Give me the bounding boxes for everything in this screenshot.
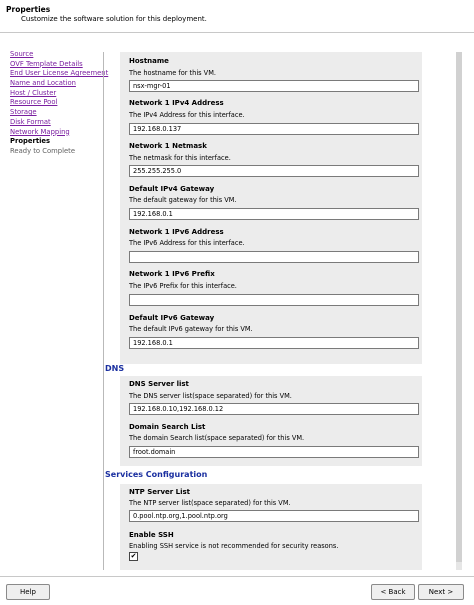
step-storage[interactable]: Storage [10, 108, 110, 118]
ipv6-address-input[interactable] [129, 251, 419, 263]
ipv6-address-desc: The IPv6 Address for this interface. [129, 239, 245, 247]
network-properties-panel: Hostname The hostname for this VM. nsx-m… [120, 52, 422, 364]
ipv4-address-desc: The IPv4 Address for this interface. [129, 111, 245, 119]
dns-server-list-input[interactable]: 192.168.0.10,192.168.0.12 [129, 403, 419, 415]
ipv6-prefix-input[interactable] [129, 294, 419, 306]
ipv4-gateway-desc: The default gateway for this VM. [129, 196, 237, 204]
next-button[interactable]: Next > [418, 584, 464, 600]
ipv6-gateway-desc: The default IPv6 gateway for this VM. [129, 325, 253, 333]
enable-ssh-desc: Enabling SSH service is not recommended … [129, 542, 339, 550]
domain-search-list-title: Domain Search List [129, 423, 206, 431]
dns-server-list-title: DNS Server list [129, 380, 189, 388]
step-ready-to-complete: Ready to Complete [10, 146, 76, 155]
page-subtitle: Customize the software solution for this… [21, 15, 207, 23]
netmask-desc: The netmask for this interface. [129, 154, 231, 162]
ipv6-address-title: Network 1 IPv6 Address [129, 228, 224, 236]
step-host-cluster[interactable]: Host / Cluster [10, 89, 110, 99]
properties-scroll-area[interactable]: Hostname The hostname for this VM. nsx-m… [103, 52, 463, 570]
ipv4-address-input[interactable]: 192.168.0.137 [129, 123, 419, 135]
wizard-steps: Source OVF Template Details End User Lic… [10, 50, 110, 157]
enable-ssh-title: Enable SSH [129, 531, 174, 539]
checkmark-icon: ✔ [130, 552, 137, 560]
step-name-location[interactable]: Name and Location [10, 79, 110, 89]
step-properties: Properties [10, 137, 51, 146]
netmask-title: Network 1 Netmask [129, 142, 207, 150]
ipv6-prefix-title: Network 1 IPv6 Prefix [129, 270, 215, 278]
ipv6-prefix-desc: The IPv6 Prefix for this interface. [129, 282, 237, 290]
hostname-input[interactable]: nsx-mgr-01 [129, 80, 419, 92]
page-title: Properties [6, 5, 51, 14]
domain-search-list-desc: The domain Search list(space separated) … [129, 434, 305, 442]
scrollbar-thumb[interactable] [456, 52, 462, 562]
netmask-input[interactable]: 255.255.255.0 [129, 165, 419, 177]
ipv4-gateway-input[interactable]: 192.168.0.1 [129, 208, 419, 220]
services-panel: NTP Server List The NTP server list(spac… [120, 484, 422, 570]
step-source[interactable]: Source [10, 50, 110, 60]
ipv6-gateway-input[interactable]: 192.168.0.1 [129, 337, 419, 349]
back-button[interactable]: < Back [371, 584, 415, 600]
wizard-header: Properties Customize the software soluti… [0, 0, 474, 33]
ipv6-gateway-title: Default IPv6 Gateway [129, 314, 215, 322]
content-scrollbar[interactable] [456, 52, 462, 570]
hostname-title: Hostname [129, 57, 169, 65]
step-disk-format[interactable]: Disk Format [10, 118, 110, 128]
ipv4-gateway-title: Default IPv4 Gateway [129, 185, 215, 193]
step-ovf-template-details[interactable]: OVF Template Details [10, 60, 110, 70]
hostname-desc: The hostname for this VM. [129, 69, 216, 77]
ntp-server-list-input[interactable]: 0.pool.ntp.org,1.pool.ntp.org [129, 510, 419, 522]
services-section-header: Services Configuration [104, 470, 463, 484]
domain-search-list-input[interactable]: froot.domain [129, 446, 419, 458]
ipv4-address-title: Network 1 IPv4 Address [129, 99, 224, 107]
ntp-server-list-desc: The NTP server list(space separated) for… [129, 499, 291, 507]
enable-ssh-checkbox[interactable]: ✔ [129, 552, 138, 561]
help-button[interactable]: Help [6, 584, 50, 600]
step-resource-pool[interactable]: Resource Pool [10, 98, 110, 108]
wizard-footer: Help < Back Next > [0, 576, 474, 605]
step-eula[interactable]: End User License Agreement [10, 69, 110, 79]
step-network-mapping[interactable]: Network Mapping [10, 128, 110, 138]
dns-panel: DNS Server list The DNS server list(spac… [120, 376, 422, 466]
dns-server-list-desc: The DNS server list(space separated) for… [129, 392, 292, 400]
ntp-server-list-title: NTP Server List [129, 488, 191, 496]
